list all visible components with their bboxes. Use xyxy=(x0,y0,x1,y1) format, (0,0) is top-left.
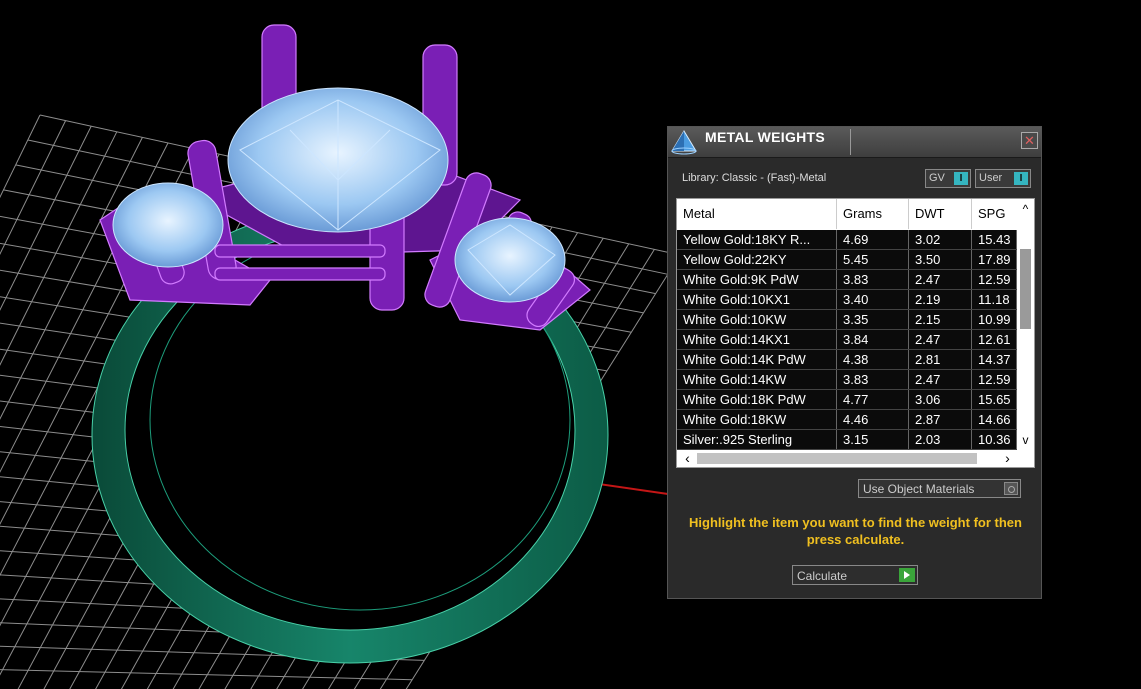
column-header-spg[interactable]: SPG xyxy=(972,199,1017,229)
vertical-scroll-thumb[interactable] xyxy=(1020,249,1031,329)
table-cell: White Gold:10KW xyxy=(677,310,837,329)
table-cell: 2.15 xyxy=(909,310,972,329)
play-icon xyxy=(899,568,915,582)
table-cell: 3.84 xyxy=(837,330,909,349)
title-separator xyxy=(850,129,851,155)
table-cell: 5.45 xyxy=(837,250,909,269)
table-cell: 2.81 xyxy=(909,350,972,369)
table-cell: White Gold:14K PdW xyxy=(677,350,837,369)
table-cell: White Gold:10KX1 xyxy=(677,290,837,309)
table-cell: White Gold:14KW xyxy=(677,370,837,389)
library-label: Library: Classic - (Fast)-Metal xyxy=(682,172,827,184)
table-row[interactable]: White Gold:14K PdW 4.38 2.81 14.37 xyxy=(677,350,1017,370)
table-cell: 4.46 xyxy=(837,410,909,429)
user-toggle-label: User xyxy=(979,172,1003,184)
table-cell: 10.99 xyxy=(972,310,1017,329)
table-row[interactable]: White Gold:10KW 3.35 2.15 10.99 xyxy=(677,310,1017,330)
table-cell: 10.36 xyxy=(972,430,1017,449)
column-header-dwt[interactable]: DWT xyxy=(909,199,972,229)
scroll-down-icon[interactable]: v xyxy=(1017,432,1034,449)
table-row[interactable]: Yellow Gold:18KY R... 4.69 3.02 15.43 xyxy=(677,230,1017,250)
metal-table: Metal Grams DWT SPG Yellow Gold:18KY R..… xyxy=(676,198,1035,468)
table-cell: Silver:.925 Sterling xyxy=(677,430,837,449)
column-header-grams[interactable]: Grams xyxy=(837,199,909,229)
table-cell: White Gold:18KW xyxy=(677,410,837,429)
table-cell: 3.83 xyxy=(837,270,909,289)
table-cell: 14.66 xyxy=(972,410,1017,429)
table-cell: Yellow Gold:22KY xyxy=(677,250,837,269)
table-row[interactable]: White Gold:14KX1 3.84 2.47 12.61 xyxy=(677,330,1017,350)
user-toggle[interactable]: User I xyxy=(975,169,1031,188)
table-cell: 17.89 xyxy=(972,250,1017,269)
table-row[interactable]: White Gold:14KW 3.83 2.47 12.59 xyxy=(677,370,1017,390)
table-cell: White Gold:9K PdW xyxy=(677,270,837,289)
table-cell: 12.59 xyxy=(972,370,1017,389)
table-row[interactable]: White Gold:18KW 4.46 2.87 14.66 xyxy=(677,410,1017,430)
table-cell: 3.35 xyxy=(837,310,909,329)
use-object-materials-label: Use Object Materials xyxy=(863,482,975,496)
table-cell: Yellow Gold:18KY R... xyxy=(677,230,837,249)
table-body: Yellow Gold:18KY R... 4.69 3.02 15.43 Yellow… xyxy=(677,230,1017,450)
scroll-up-icon[interactable]: ^ xyxy=(1017,201,1034,218)
use-object-materials-toggle[interactable]: Use Object Materials xyxy=(858,479,1021,498)
table-cell: 2.47 xyxy=(909,270,972,289)
table-cell: 2.87 xyxy=(909,410,972,429)
table-cell: 12.61 xyxy=(972,330,1017,349)
table-cell: 15.43 xyxy=(972,230,1017,249)
user-toggle-indicator: I xyxy=(1014,172,1028,185)
table-cell: White Gold:18K PdW xyxy=(677,390,837,409)
table-cell: 12.59 xyxy=(972,270,1017,289)
table-cell: 2.19 xyxy=(909,290,972,309)
pyramid-logo-icon xyxy=(671,130,697,155)
table-cell: 3.50 xyxy=(909,250,972,269)
gv-toggle-label: GV xyxy=(929,172,945,184)
scroll-right-icon[interactable]: › xyxy=(999,450,1016,467)
table-cell: White Gold:14KX1 xyxy=(677,330,837,349)
panel-title: METAL WEIGHTS xyxy=(705,129,826,145)
gv-toggle[interactable]: GV I xyxy=(925,169,971,188)
close-button[interactable]: ✕ xyxy=(1021,132,1038,149)
table-row[interactable]: White Gold:9K PdW 3.83 2.47 12.59 xyxy=(677,270,1017,290)
table-row[interactable]: Yellow Gold:22KY 5.45 3.50 17.89 xyxy=(677,250,1017,270)
radio-icon xyxy=(1004,482,1018,495)
vertical-scrollbar[interactable]: ^ v xyxy=(1017,199,1034,451)
table-cell: 2.03 xyxy=(909,430,972,449)
horizontal-scrollbar[interactable]: ‹ › xyxy=(677,450,1034,467)
table-row[interactable]: Silver:.925 Sterling 3.15 2.03 10.36 xyxy=(677,430,1017,450)
table-cell: 2.47 xyxy=(909,370,972,389)
table-cell: 14.37 xyxy=(972,350,1017,369)
horizontal-scroll-thumb[interactable] xyxy=(697,453,977,464)
table-cell: 3.02 xyxy=(909,230,972,249)
calculate-label: Calculate xyxy=(797,569,848,583)
table-header: Metal Grams DWT SPG xyxy=(677,199,1017,229)
metal-weights-panel: METAL WEIGHTS ✕ Library: Classic - (Fast… xyxy=(667,126,1042,599)
instruction-text: Highlight the item you want to find the … xyxy=(689,515,1022,547)
calculate-button[interactable]: Calculate xyxy=(792,565,918,585)
scroll-left-icon[interactable]: ‹ xyxy=(679,450,696,467)
table-cell: 3.40 xyxy=(837,290,909,309)
table-cell: 15.65 xyxy=(972,390,1017,409)
close-icon: ✕ xyxy=(1024,133,1035,148)
table-cell: 2.47 xyxy=(909,330,972,349)
table-cell: 3.15 xyxy=(837,430,909,449)
table-cell: 3.06 xyxy=(909,390,972,409)
panel-titlebar[interactable]: METAL WEIGHTS ✕ xyxy=(668,127,1041,158)
table-cell: 4.69 xyxy=(837,230,909,249)
table-row[interactable]: White Gold:10KX1 3.40 2.19 11.18 xyxy=(677,290,1017,310)
gv-toggle-indicator: I xyxy=(954,172,968,185)
table-cell: 11.18 xyxy=(972,290,1017,309)
table-cell: 4.77 xyxy=(837,390,909,409)
table-row[interactable]: White Gold:18K PdW 4.77 3.06 15.65 xyxy=(677,390,1017,410)
table-cell: 4.38 xyxy=(837,350,909,369)
table-cell: 3.83 xyxy=(837,370,909,389)
column-header-metal[interactable]: Metal xyxy=(677,199,837,229)
